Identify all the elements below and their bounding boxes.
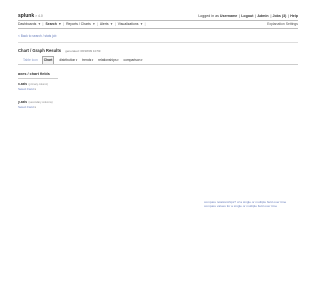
results-header: Chart / Graph Results generated: 08/18/0…: [18, 48, 298, 53]
tab-chart[interactable]: Chart: [41, 56, 55, 64]
username-link[interactable]: Username: [220, 14, 237, 18]
nav-label: Alerts: [99, 22, 109, 26]
nav-label: Dashboards: [18, 22, 37, 26]
jobs-link[interactable]: Jobs (3): [272, 14, 286, 18]
chevron-down-icon: ▾: [92, 22, 95, 26]
chevron-down-icon: ▾: [110, 22, 113, 26]
admin-link[interactable]: Admin: [257, 14, 268, 18]
page-frame: splunk> 4.0 Logged in as Username | Logo…: [18, 12, 298, 109]
splunk-logo[interactable]: splunk> 4.0: [18, 12, 43, 20]
chevron-down-icon: ▾: [34, 105, 36, 109]
chevron-down-icon: ▾: [140, 22, 143, 26]
chevron-down-icon: ▾: [91, 58, 94, 62]
chart-toolbar: Table icon Chart distribution▾ trends▾ r…: [18, 56, 298, 65]
dropdown-label: relationships: [98, 58, 117, 62]
separator: |: [114, 22, 116, 26]
divider: [18, 42, 298, 43]
nav-reports-charts[interactable]: Reports / Charts ▾: [66, 22, 96, 26]
x-axis-select[interactable]: Select Field▾: [18, 87, 298, 91]
separator: |: [97, 22, 98, 26]
hint-line-comparison[interactable]: compare values for a single or multiple …: [204, 204, 286, 208]
nav-visualizations[interactable]: Visualizations ▾: [118, 22, 144, 26]
x-axis-label: x-axis (primary column): [18, 82, 298, 86]
y-axis-select[interactable]: Select Field▾: [18, 105, 298, 109]
generated-timestamp: generated: 08/18/09 10:59: [65, 49, 101, 53]
separator: |: [42, 22, 44, 26]
y-axis-label: y-axis (secondary columns): [18, 100, 298, 104]
separator: |: [144, 22, 146, 26]
chevron-down-icon: ▾: [117, 58, 119, 62]
relationships-dropdown[interactable]: relationships▾: [98, 58, 118, 62]
trends-dropdown[interactable]: trends▾: [82, 58, 93, 62]
nav-label: Search: [45, 22, 57, 26]
field-label: y-axis: [18, 99, 28, 104]
nav-dashboards[interactable]: Dashboards ▾: [18, 22, 41, 26]
logged-in-label: Logged in as: [198, 14, 219, 18]
fields-heading: axes / chart fields: [18, 72, 50, 76]
divider: [18, 77, 58, 79]
nav-alerts[interactable]: Alerts ▾: [100, 22, 114, 26]
table-view-tab[interactable]: Table icon: [23, 58, 38, 62]
nav-search[interactable]: Search ▾: [46, 22, 62, 26]
y-axis-hint: (secondary columns): [28, 100, 53, 104]
select-label: Select Field: [18, 86, 34, 91]
comparison-dropdown[interactable]: comparison▾: [123, 58, 142, 62]
dropdown-label: comparison: [123, 58, 141, 62]
logout-link[interactable]: Logout: [241, 14, 253, 18]
separator: |: [63, 22, 64, 26]
dropdown-label: distribution: [59, 58, 76, 62]
nav-label: Reports / Charts: [66, 22, 91, 26]
distribution-dropdown[interactable]: distribution▾: [59, 58, 77, 62]
x-axis-hint: (primary column): [28, 82, 49, 86]
dropdown-label: trends: [82, 58, 92, 62]
version-label: > 4.0: [35, 14, 43, 18]
top-bar: splunk> 4.0 Logged in as Username | Logo…: [18, 12, 298, 20]
field-label: x-axis: [18, 81, 28, 86]
help-link[interactable]: Help: [290, 14, 298, 18]
chart-hint-notes: compare relationships? of a single or mu…: [204, 200, 286, 209]
chevron-down-icon: ▾: [75, 58, 78, 62]
page-title: Chart / Graph Results: [18, 48, 62, 53]
select-label: Select Field: [18, 104, 34, 109]
chevron-down-icon: ▾: [34, 87, 36, 91]
x-axis-field: x-axis (primary column) Select Field▾: [18, 82, 298, 91]
chevron-down-icon: ▾: [140, 58, 143, 62]
app-nav-bar: Dashboards ▾ | Search ▾ | Reports / Charts…: [18, 20, 298, 29]
explanation-settings-link[interactable]: Explanation Settings: [267, 21, 298, 28]
user-links: Logged in as Username | Logout | Admin |…: [197, 12, 298, 20]
back-to-search-link[interactable]: < Back to search / stats job: [18, 34, 298, 38]
chevron-down-icon: ▾: [59, 22, 61, 26]
nav-label: Visualizations: [117, 22, 139, 26]
y-axis-field: y-axis (secondary columns) Select Field▾: [18, 100, 298, 109]
app-nav: Dashboards ▾ | Search ▾ | Reports / Charts…: [18, 21, 147, 28]
logo-text: splunk: [18, 13, 35, 19]
chevron-down-icon: ▾: [38, 22, 41, 26]
